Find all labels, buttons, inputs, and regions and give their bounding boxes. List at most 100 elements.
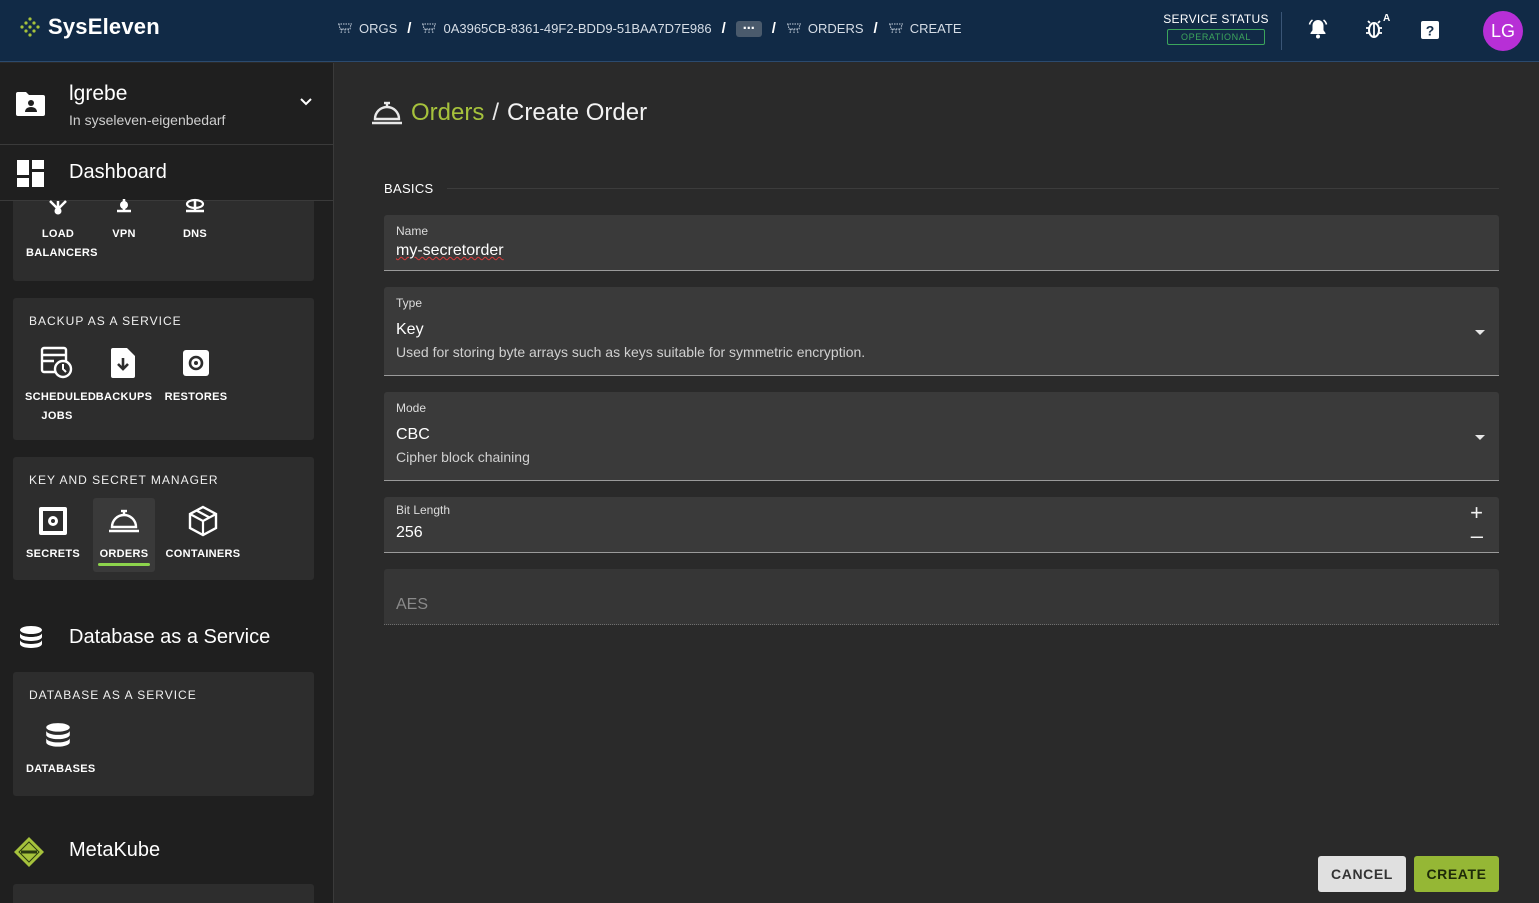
title-separator: / <box>492 99 500 126</box>
tent-icon <box>888 23 903 34</box>
card-title: KEY AND SECRET MANAGER <box>29 473 219 487</box>
status-badge: OPERATIONAL <box>1167 29 1265 45</box>
tile-backups[interactable]: BACKUPS <box>92 346 156 407</box>
help-icon[interactable]: ? <box>1419 19 1441 41</box>
bit-length-label: Bit Length <box>396 503 451 517</box>
tile-load-balancers[interactable]: LOAD BALANCERS <box>26 197 97 263</box>
divider <box>447 188 1499 189</box>
service-bell-icon <box>109 509 139 533</box>
project-title: lgrebe <box>69 82 128 105</box>
dns-icon <box>185 198 205 213</box>
active-indicator <box>98 563 150 566</box>
tile-containers[interactable]: CONTAINERS <box>165 505 241 564</box>
name-label: Name <box>396 224 429 238</box>
breadcrumb-project[interactable]: 0A3965CB-8361-49F2-BDD9-51BAA7D7E986 <box>421 21 712 36</box>
caret-down-icon[interactable] <box>1475 435 1485 440</box>
type-hint: Used for storing byte arrays such as key… <box>396 344 866 360</box>
card-title: BACKUP AS A SERVICE <box>29 314 182 328</box>
folder-user-icon <box>16 92 45 116</box>
mode-value: CBC <box>396 426 430 443</box>
dashboard-icon <box>17 160 44 187</box>
scheduled-jobs-icon <box>40 346 73 379</box>
section-label: Database as a Service <box>69 626 271 648</box>
decrement-button[interactable]: – <box>1471 525 1483 547</box>
section-label: MetaKube <box>69 839 161 861</box>
safe-icon <box>39 507 67 535</box>
breadcrumb: ORGS / 0A3965CB-8361-49F2-BDD9-51BAA7D7E… <box>337 20 961 37</box>
create-button[interactable]: CREATE <box>1414 856 1499 892</box>
backup-card: BACKUP AS A SERVICE SCHEDULED JOBS BACKU… <box>13 298 314 440</box>
avatar[interactable]: LG <box>1483 11 1523 51</box>
restore-gear-icon <box>183 350 209 376</box>
tile-secrets[interactable]: SECRETS <box>21 505 85 564</box>
type-value: Key <box>396 321 424 338</box>
bit-length-input[interactable]: 256 <box>396 524 423 542</box>
service-bell-icon <box>372 101 402 125</box>
project-subtitle: In syseleven-eigenbedarf <box>69 112 226 128</box>
sidebar-item-dbaas[interactable]: Database as a Service <box>0 614 333 664</box>
tent-icon <box>338 23 352 34</box>
name-input[interactable]: my-secretorder <box>396 242 504 260</box>
syseleven-diamond-icon <box>20 17 40 37</box>
tent-icon <box>422 23 437 34</box>
breadcrumb-orders[interactable]: ORDERS <box>786 21 864 36</box>
bell-icon[interactable] <box>1306 17 1330 41</box>
sidebar: lgrebe In syseleven-eigenbedarf Dashboar… <box>0 63 334 903</box>
tile-orders[interactable]: ORDERS <box>93 498 155 572</box>
svg-text:?: ? <box>1426 23 1435 39</box>
increment-button[interactable]: + <box>1470 502 1483 524</box>
backup-file-icon <box>111 348 135 378</box>
breadcrumb-orgs[interactable]: ORGS <box>337 21 397 36</box>
section-heading-basics: BASICS <box>384 181 434 196</box>
main-content: Orders / Create Order BASICS Name my-sec… <box>335 63 1539 903</box>
dbaas-card: DATABASE AS A SERVICE DATABASES <box>13 672 314 796</box>
algorithm-field: AES <box>384 569 1499 625</box>
divider <box>1281 12 1282 50</box>
orders-link[interactable]: Orders <box>411 99 484 127</box>
container-cube-icon <box>188 505 218 537</box>
bit-length-field[interactable]: Bit Length 256 + – <box>384 497 1499 553</box>
database-icon <box>20 626 42 648</box>
title-current: Create Order <box>507 99 648 126</box>
project-selector[interactable]: lgrebe In syseleven-eigenbedarf <box>0 63 333 145</box>
sidebar-item-metakube[interactable]: MetaKube <box>0 827 333 877</box>
card-title: DATABASE AS A SERVICE <box>29 688 197 702</box>
network-card: LOAD BALANCERS VPN DNS <box>13 198 314 281</box>
name-field[interactable]: Name my-secretorder <box>384 215 1499 271</box>
load-balancer-icon <box>49 200 67 215</box>
sidebar-item-dashboard[interactable]: Dashboard <box>0 145 333 201</box>
vpn-icon <box>117 199 131 213</box>
breadcrumb-separator: / <box>771 20 776 37</box>
mode-label: Mode <box>396 401 427 415</box>
dashboard-label: Dashboard <box>69 161 167 183</box>
tile-scheduled-jobs[interactable]: SCHEDULED JOBS <box>25 346 96 426</box>
chevron-down-icon[interactable] <box>299 97 313 107</box>
tent-icon <box>786 23 801 34</box>
service-status[interactable]: SERVICE STATUS OPERATIONAL <box>1160 12 1272 45</box>
service-status-label: SERVICE STATUS <box>1163 12 1269 26</box>
database-icon <box>46 723 70 747</box>
kms-card: KEY AND SECRET MANAGER SECRETS ORDERS CO… <box>13 457 314 580</box>
svg-text:A: A <box>1383 13 1390 24</box>
type-label: Type <box>396 296 423 310</box>
breadcrumb-more-button[interactable]: ⋯ <box>735 20 762 37</box>
algorithm-value: AES <box>396 596 429 613</box>
caret-down-icon[interactable] <box>1475 330 1485 335</box>
metakube-card <box>13 884 314 903</box>
tile-dns[interactable]: DNS <box>163 197 227 244</box>
mode-hint: Cipher block chaining <box>396 449 530 465</box>
metakube-logo-icon <box>14 837 44 867</box>
top-bar: SysEleven ORGS / 0A3965CB-8361-49F2-BDD9… <box>0 0 1539 62</box>
tile-vpn[interactable]: VPN <box>92 197 156 244</box>
breadcrumb-separator: / <box>873 20 878 37</box>
mode-select[interactable]: Mode CBC Cipher block chaining <box>384 392 1499 481</box>
page-title: Orders / Create Order <box>371 99 647 127</box>
bug-icon[interactable]: A <box>1363 12 1393 42</box>
type-select[interactable]: Type Key Used for storing byte arrays su… <box>384 287 1499 376</box>
cancel-button[interactable]: CANCEL <box>1318 856 1406 892</box>
brand-name: SysEleven <box>48 14 160 39</box>
brand[interactable]: SysEleven <box>20 14 160 40</box>
tile-databases[interactable]: DATABASES <box>26 722 95 779</box>
tile-restores[interactable]: RESTORES <box>164 346 228 407</box>
breadcrumb-create: CREATE <box>888 21 961 36</box>
